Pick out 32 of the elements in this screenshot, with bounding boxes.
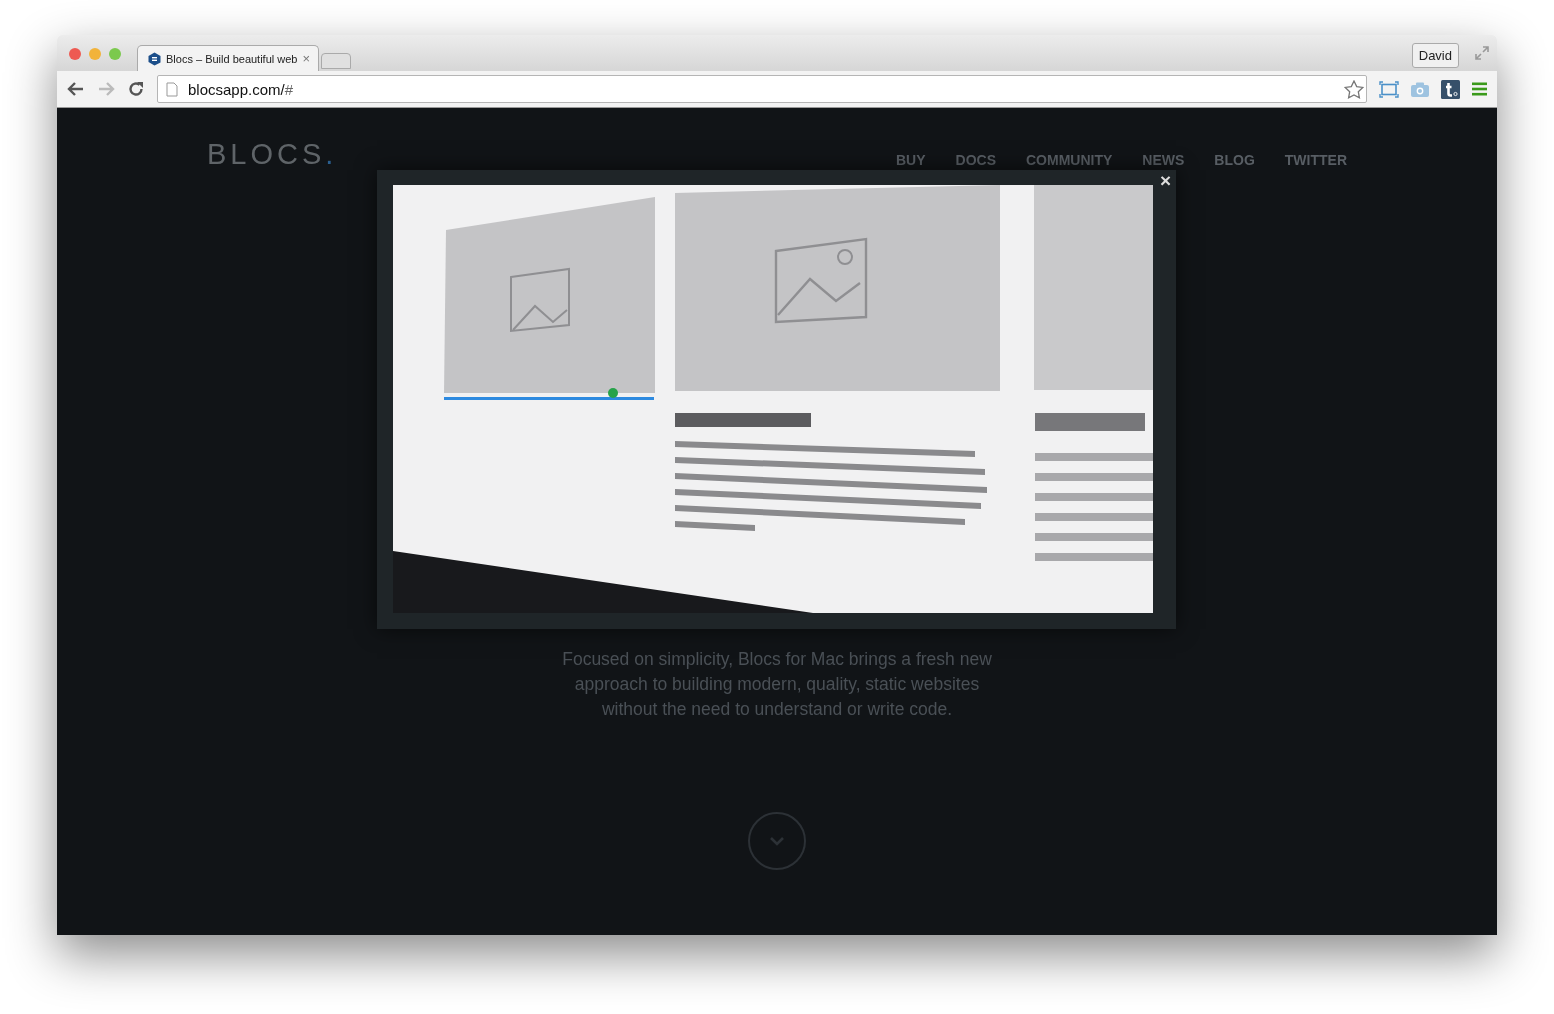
nav-link[interactable]: BUY — [896, 151, 926, 168]
camera-icon[interactable] — [1411, 81, 1429, 97]
fullscreen-icon[interactable] — [1475, 46, 1489, 60]
zoom-window-button[interactable] — [109, 48, 121, 60]
forward-arrow-icon[interactable] — [97, 81, 115, 97]
nav-link[interactable]: NEWS — [1142, 151, 1185, 168]
close-button[interactable]: × — [1157, 170, 1173, 192]
new-tab-button[interactable] — [321, 53, 351, 69]
screen-capture-icon[interactable] — [1379, 80, 1399, 98]
logo[interactable]: BLOCS. — [207, 138, 338, 171]
page-icon — [166, 81, 178, 97]
back-arrow-icon[interactable] — [67, 81, 85, 97]
intro-text: Focused on simplicity, Blocs for Mac brings a fresh new approach to building modern, quality, static websites without the need to understand or write code. — [561, 648, 993, 721]
menu-icon[interactable] — [1472, 82, 1487, 96]
close-window-button[interactable] — [69, 48, 81, 60]
tab-close-button[interactable]: × — [302, 51, 310, 66]
minimize-window-button[interactable] — [89, 48, 101, 60]
browser-tab[interactable]: Blocs – Build beautiful web × — [137, 45, 319, 71]
url-text: blocsapp.com/# — [188, 80, 294, 98]
profile-button[interactable]: David — [1411, 42, 1459, 68]
tab-title: Blocs – Build beautiful web — [166, 52, 298, 65]
hexagon-icon — [148, 51, 161, 66]
address-bar[interactable]: blocsapp.com/# — [157, 75, 1367, 103]
scroll-down-button[interactable] — [748, 812, 806, 870]
nav-link[interactable]: BLOG — [1214, 151, 1255, 168]
nav-link[interactable]: COMMUNITY — [1026, 151, 1113, 168]
t-icon[interactable] — [1441, 79, 1460, 99]
nav-link[interactable]: TWITTER — [1284, 151, 1347, 168]
star-icon[interactable] — [1344, 79, 1364, 99]
nav-link[interactable]: DOCS — [955, 151, 996, 168]
reload-icon[interactable] — [127, 80, 145, 98]
chevron-down-icon — [769, 836, 785, 846]
